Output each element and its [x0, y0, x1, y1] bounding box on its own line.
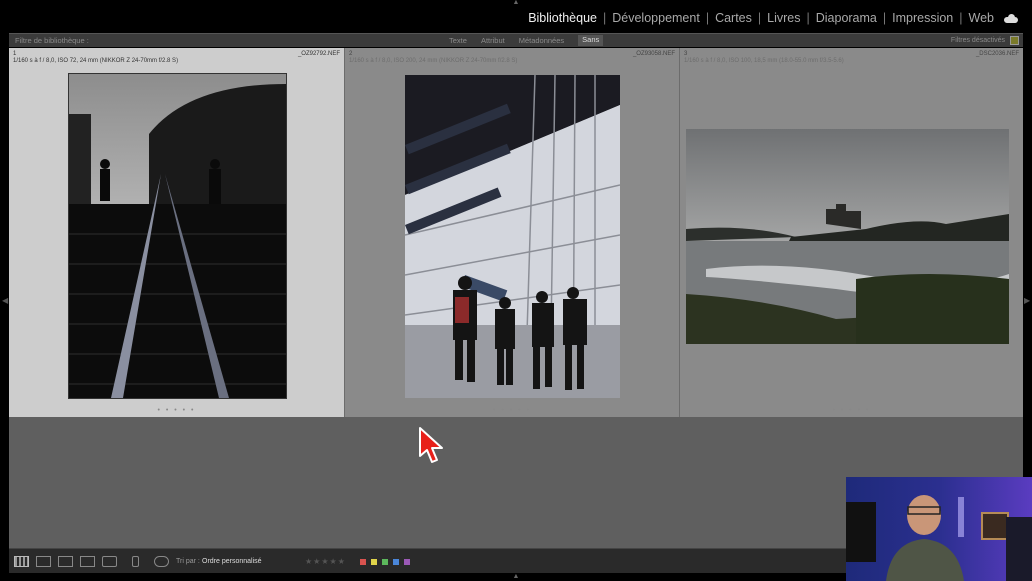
photo-thumbnail-castle[interactable]	[686, 129, 1009, 344]
module-diaporama[interactable]: Diaporama	[816, 11, 877, 25]
grid-cell-3[interactable]: 3 _DSC2036.NEF 1/160 s à f / 8,0, ISO 10…	[679, 48, 1023, 417]
collapse-right-panel-arrow-icon[interactable]: ▶	[1024, 296, 1030, 305]
module-separator: |	[705, 11, 710, 25]
cell-filename: _OZ93058.NEF	[632, 51, 675, 57]
cell-filename: _OZ92792.NEF	[297, 51, 340, 57]
sort-order-dropdown[interactable]: Ordre personnalisé	[202, 558, 262, 565]
collapse-bottom-panel-arrow-icon[interactable]: ▲	[512, 573, 520, 580]
module-livres[interactable]: Livres	[767, 11, 800, 25]
filter-tab-sans[interactable]: Sans	[578, 35, 604, 46]
mouse-cursor-icon	[419, 427, 443, 463]
compare-view-icon[interactable]	[58, 556, 73, 567]
library-filter-label: Filtre de bibliothèque :	[15, 36, 89, 45]
color-label-green[interactable]	[382, 559, 388, 565]
color-label-red[interactable]	[360, 559, 366, 565]
module-web[interactable]: Web	[969, 11, 994, 25]
cell-index: 3	[684, 51, 688, 57]
module-developpement[interactable]: Développement	[612, 11, 700, 25]
module-picker: Bibliothèque | Développement | Cartes | …	[528, 11, 1018, 25]
library-filter-tabs: Texte Attribut Métadonnées Sans	[449, 35, 604, 46]
module-separator: |	[959, 11, 963, 25]
sort-label: Tri par :	[176, 558, 200, 565]
filter-tab-texte[interactable]: Texte	[449, 36, 467, 46]
people-view-icon[interactable]	[102, 556, 117, 567]
filter-tab-metadonnees[interactable]: Métadonnées	[519, 36, 564, 46]
module-separator: |	[882, 11, 887, 25]
cell-exif: 1/160 s à f / 8,0, ISO 200, 24 mm (NIKKO…	[349, 58, 518, 64]
color-label-yellow[interactable]	[371, 559, 377, 565]
photo-grid: 1 _OZ92792.NEF 1/160 s à f / 8,0, ISO 72…	[9, 48, 1023, 548]
color-label-blue[interactable]	[393, 559, 399, 565]
module-separator: |	[757, 11, 762, 25]
cell-rating-dots[interactable]: • • • • •	[9, 407, 344, 414]
collapse-left-panel-arrow-icon[interactable]: ◀	[2, 296, 8, 305]
loupe-view-icon[interactable]	[36, 556, 51, 567]
cell-filename: _DSC2036.NEF	[975, 51, 1019, 57]
cell-exif: 1/160 s à f / 8,0, ISO 100, 18,5 mm (18.…	[684, 58, 844, 64]
filter-tab-attribut[interactable]: Attribut	[481, 36, 505, 46]
module-picker-bar: ▲ Bibliothèque | Développement | Cartes …	[0, 0, 1032, 33]
photo-thumbnail-building[interactable]	[405, 75, 620, 398]
module-impression[interactable]: Impression	[892, 11, 953, 25]
grid-view-icon[interactable]	[14, 556, 29, 567]
library-filter-bar: Filtre de bibliothèque : Texte Attribut …	[9, 33, 1023, 47]
sort-direction-icon[interactable]	[154, 556, 169, 567]
cell-exif: 1/160 s à f / 8,0, ISO 72, 24 mm (NIKKOR…	[13, 58, 179, 64]
filter-status-text[interactable]: Filtres désactivés	[951, 37, 1005, 44]
color-label-purple[interactable]	[404, 559, 410, 565]
module-bibliotheque[interactable]: Bibliothèque	[528, 11, 597, 25]
photo-thumbnail-stairs[interactable]	[68, 73, 287, 399]
rating-stars-filter[interactable]: ★★★★★	[305, 557, 346, 566]
cell-index: 1	[13, 51, 17, 57]
module-separator: |	[806, 11, 810, 25]
cell-rating-dots[interactable]: • • • • •	[680, 407, 1023, 414]
cell-rating-dots[interactable]: • • • • •	[345, 407, 679, 414]
cell-index: 2	[349, 51, 353, 57]
webcam-overlay	[846, 477, 1032, 581]
module-cartes[interactable]: Cartes	[715, 11, 752, 25]
cloud-icon[interactable]	[1004, 13, 1018, 23]
grid-cell-2[interactable]: 2 _OZ93058.NEF 1/160 s à f / 8,0, ISO 20…	[344, 48, 679, 417]
filter-lock-icon[interactable]	[1010, 36, 1019, 45]
collapse-top-panel-arrow-icon[interactable]: ▲	[512, 0, 520, 6]
painter-spray-icon[interactable]	[132, 556, 139, 567]
grid-cell-1[interactable]: 1 _OZ92792.NEF 1/160 s à f / 8,0, ISO 72…	[9, 48, 344, 417]
survey-view-icon[interactable]	[80, 556, 95, 567]
module-separator: |	[603, 11, 607, 25]
